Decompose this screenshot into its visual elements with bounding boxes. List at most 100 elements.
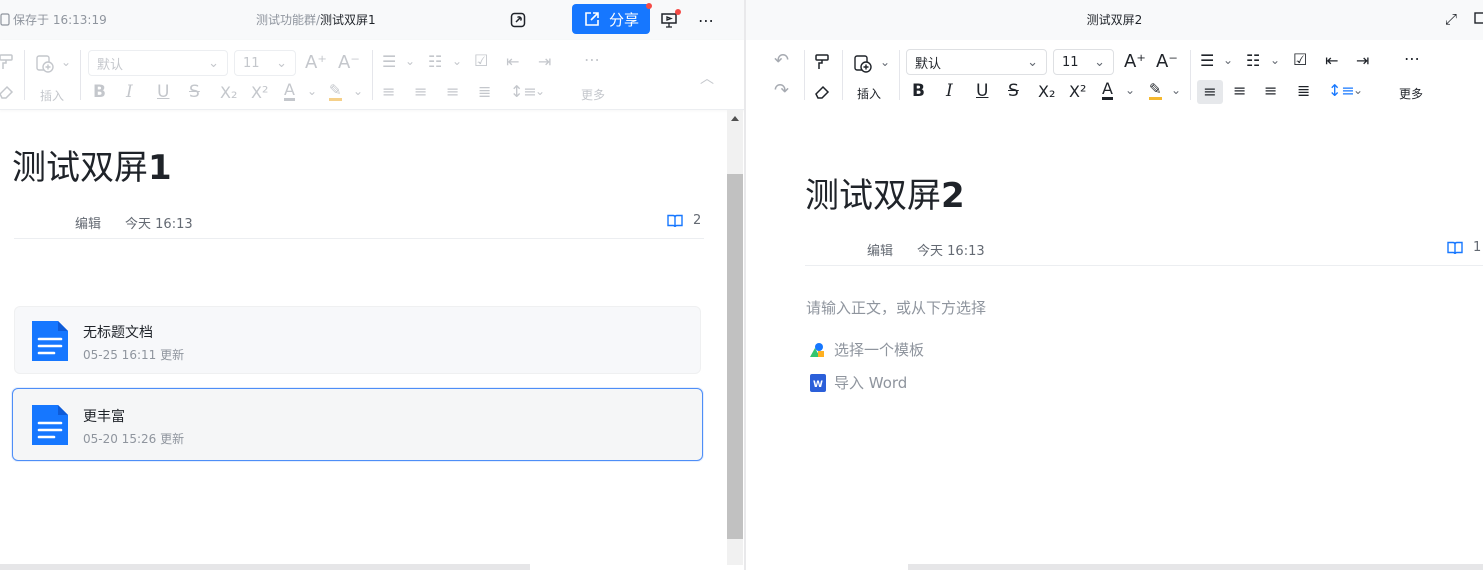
- align-left-icon[interactable]: ≡: [382, 82, 395, 101]
- bullet-list-icon[interactable]: ☰: [1200, 51, 1214, 70]
- present-icon[interactable]: [658, 9, 681, 31]
- bold-icon[interactable]: B: [912, 81, 925, 101]
- more-label[interactable]: 更多: [581, 86, 605, 103]
- chevron-down-icon[interactable]: ⌄: [307, 84, 317, 98]
- template-option-label: 选择一个模板: [834, 341, 925, 359]
- bold-icon[interactable]: B: [93, 82, 106, 102]
- import-word-option[interactable]: W 导入 Word: [810, 372, 907, 393]
- align-right-icon[interactable]: ≡: [446, 82, 459, 101]
- align-right-icon[interactable]: ≡: [1264, 81, 1277, 100]
- chevron-down-icon[interactable]: ⌄: [880, 55, 890, 69]
- doc-title-right[interactable]: 测试双屏2: [805, 168, 965, 217]
- scroll-up-arrow-icon[interactable]: [731, 116, 739, 121]
- underline-icon[interactable]: U: [976, 81, 988, 101]
- more-icon[interactable]: ⋯: [584, 50, 600, 69]
- numbered-list-icon[interactable]: ☷: [1246, 51, 1260, 70]
- italic-icon[interactable]: I: [946, 81, 953, 101]
- link-icon[interactable]: [507, 9, 529, 31]
- align-left-icon[interactable]: ≡: [1197, 80, 1223, 104]
- indent-icon[interactable]: ⇥: [538, 52, 551, 71]
- underline-icon[interactable]: U: [157, 82, 169, 102]
- template-option[interactable]: 选择一个模板: [808, 339, 924, 360]
- scrollbar-thumb[interactable]: [727, 174, 743, 539]
- chevron-down-icon[interactable]: ⌄: [1125, 83, 1135, 97]
- font-family-select[interactable]: 默认 ⌄: [88, 50, 228, 76]
- window-icon[interactable]: [1470, 8, 1483, 30]
- superscript-icon[interactable]: X²: [1069, 82, 1086, 101]
- indent-icon[interactable]: ⇥: [1356, 51, 1369, 70]
- highlight-icon[interactable]: ✎: [1149, 81, 1162, 100]
- align-justify-icon[interactable]: ≣: [1297, 81, 1310, 100]
- font-increase-icon[interactable]: A⁺: [305, 52, 327, 73]
- toolbar-separator: [372, 50, 373, 100]
- insert-label[interactable]: 插入: [40, 87, 64, 104]
- subscript-icon[interactable]: X₂: [1038, 82, 1055, 101]
- font-decrease-icon[interactable]: A⁻: [1156, 51, 1178, 72]
- body-placeholder[interactable]: 请输入正文，或从下方选择: [806, 297, 986, 318]
- chevron-down-icon[interactable]: ⌄: [353, 84, 363, 98]
- highlight-icon[interactable]: ✎: [329, 82, 342, 101]
- more-label[interactable]: 更多: [1399, 85, 1423, 102]
- eraser-icon[interactable]: [0, 80, 18, 104]
- font-size-select[interactable]: 11 ⌄: [1053, 49, 1114, 75]
- bullet-list-icon[interactable]: ☰: [382, 52, 396, 71]
- more-icon[interactable]: ⋯: [1404, 49, 1420, 68]
- chevron-down-icon[interactable]: ⌄: [61, 55, 71, 69]
- eraser-icon[interactable]: [810, 80, 834, 104]
- share-button[interactable]: 分享: [572, 3, 652, 34]
- card-subtitle: 05-25 16:11 更新: [83, 348, 185, 362]
- chevron-down-icon[interactable]: ⌄: [1223, 53, 1233, 67]
- superscript-icon[interactable]: X²: [251, 83, 268, 102]
- chevron-down-icon[interactable]: ⌄: [452, 54, 462, 68]
- doc-meta: 编辑 今天 16:13: [75, 213, 193, 232]
- align-justify-icon[interactable]: ≣: [478, 82, 491, 101]
- font-size-select[interactable]: 11 ⌄: [234, 50, 296, 76]
- numbered-list-icon[interactable]: ☷: [428, 52, 442, 71]
- collapse-toolbar-icon[interactable]: ︿: [700, 68, 714, 88]
- strikethrough-icon[interactable]: S: [1008, 81, 1019, 101]
- font-increase-icon[interactable]: A⁺: [1124, 51, 1146, 72]
- line-spacing-icon[interactable]: ↕≡: [1328, 81, 1355, 100]
- subscript-icon[interactable]: X₂: [220, 83, 237, 102]
- chevron-down-icon[interactable]: ⌄: [1270, 53, 1280, 67]
- checkbox-icon[interactable]: ☑: [1293, 50, 1307, 69]
- left-format-toolbar: ⌄ 插入 默认 ⌄ 11 ⌄ A⁺ A⁻ B I U S X₂ X² A ⌄ ✎ ⌄…: [0, 40, 745, 110]
- word-icon: W: [810, 373, 826, 392]
- italic-icon[interactable]: I: [126, 82, 133, 102]
- format-painter-icon[interactable]: [810, 50, 834, 74]
- reader-count[interactable]: 2: [667, 213, 701, 228]
- font-family-value: 默认: [97, 57, 124, 73]
- font-decrease-icon[interactable]: A⁻: [338, 52, 360, 73]
- font-family-select[interactable]: 默认 ⌄: [906, 49, 1047, 75]
- breadcrumb-parent[interactable]: 测试功能群/: [256, 13, 320, 27]
- chevron-down-icon[interactable]: ⌄: [1353, 83, 1363, 97]
- chevron-down-icon[interactable]: ⌄: [1171, 83, 1181, 97]
- align-center-icon[interactable]: ≡: [414, 82, 427, 101]
- insert-icon[interactable]: [851, 52, 875, 76]
- font-color-icon[interactable]: A: [284, 82, 295, 101]
- chevron-down-icon[interactable]: ⌄: [405, 54, 415, 68]
- outdent-icon[interactable]: ⇤: [1325, 51, 1338, 70]
- line-spacing-icon[interactable]: ↕≡: [510, 82, 537, 101]
- font-color-icon[interactable]: A: [1102, 81, 1113, 100]
- doc-title[interactable]: 测试双屏1: [12, 140, 172, 189]
- doc-link-card[interactable]: 无标题文档 05-25 16:11 更新: [14, 306, 701, 374]
- align-center-icon[interactable]: ≡: [1233, 81, 1246, 100]
- reader-count-right[interactable]: 1: [1447, 240, 1481, 255]
- format-painter-icon[interactable]: [0, 50, 18, 74]
- chevron-down-icon: ⌄: [208, 55, 219, 71]
- strikethrough-icon[interactable]: S: [189, 82, 200, 102]
- doc-link-card-selected[interactable]: 更丰富 05-20 15:26 更新: [12, 388, 703, 461]
- redo-icon[interactable]: ↷: [774, 80, 789, 101]
- doc-title-number: 2: [941, 176, 965, 216]
- outdent-icon[interactable]: ⇤: [506, 52, 519, 71]
- checkbox-icon[interactable]: ☑: [474, 51, 488, 70]
- chevron-down-icon[interactable]: ⌄: [535, 84, 545, 98]
- right-format-toolbar: ↶ ↷ ⌄ 插入 默认 ⌄ 11 ⌄ A⁺ A⁻ B I U S X₂ X² A ⌄…: [746, 40, 1483, 110]
- chevron-down-icon: ⌄: [1094, 54, 1105, 70]
- undo-icon[interactable]: ↶: [774, 50, 789, 71]
- insert-icon[interactable]: [33, 52, 57, 76]
- expand-icon[interactable]: ⤢: [1440, 8, 1462, 30]
- insert-label[interactable]: 插入: [857, 85, 881, 102]
- more-icon[interactable]: ⋯: [695, 9, 717, 31]
